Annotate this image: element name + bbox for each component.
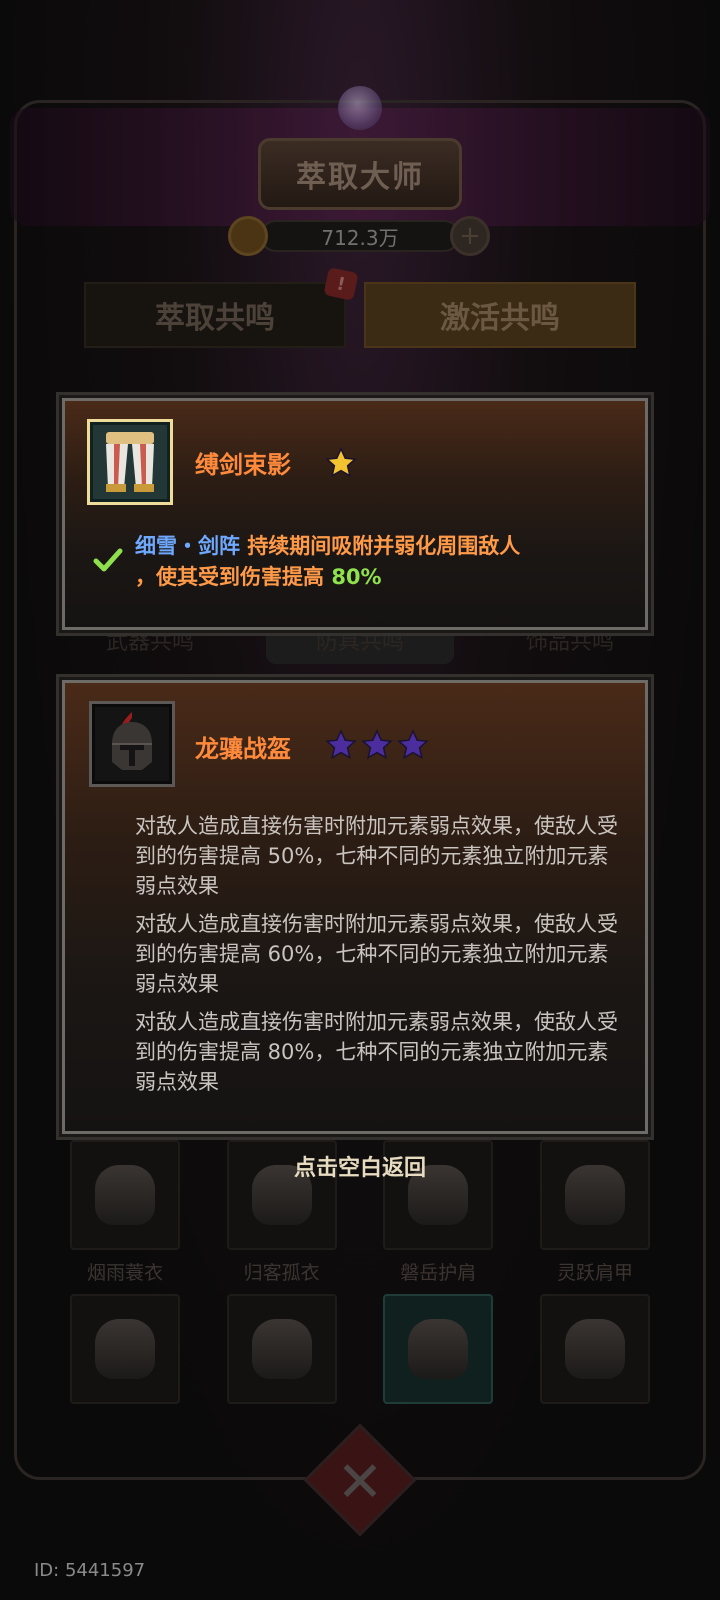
coin-icon xyxy=(228,216,268,256)
page-title: 萃取大师 xyxy=(296,160,424,195)
star-icon xyxy=(325,729,357,760)
currency-row: 712.3万 + xyxy=(228,214,490,258)
effect-description-2: ，使其受到伤害提高 xyxy=(135,565,324,589)
armor-icon xyxy=(95,1319,155,1379)
item-icon-frame xyxy=(89,701,175,787)
grid-item[interactable] xyxy=(70,1294,180,1404)
effect-description: 持续期间吸附并弱化周围敌人 xyxy=(247,534,521,558)
grid-item-name: 灵跃肩甲 xyxy=(556,1262,633,1284)
grid-item-slot[interactable] xyxy=(70,1294,180,1404)
orb-icon xyxy=(338,86,382,130)
effect-description: 对敌人造成直接伤害时附加元素弱点效果，使敌人受到的伤害提高 50%，七种不同的元… xyxy=(135,814,618,898)
set-effect-text: 细雪・剑阵 持续期间吸附并弱化周围敌人 ，使其受到伤害提高 80% xyxy=(135,531,615,593)
add-currency-button[interactable]: + xyxy=(450,216,490,256)
helmet-icon xyxy=(408,1319,469,1379)
effect-percent: 80% xyxy=(331,565,382,589)
grid-item-name: 磐岳护肩 xyxy=(400,1262,477,1284)
item-grid-row-2 xyxy=(70,1294,650,1404)
currency-amount: 712.3万 xyxy=(260,220,460,252)
page-title-plate: 萃取大师 xyxy=(258,138,462,210)
helmet-icon xyxy=(112,712,152,770)
grid-item-slot-selected[interactable] xyxy=(383,1294,494,1404)
alert-badge: ! xyxy=(323,267,359,301)
effect-description-list: 对敌人造成直接伤害时附加元素弱点效果，使敌人受到的伤害提高 50%，七种不同的元… xyxy=(135,811,623,1105)
grid-item-slot[interactable] xyxy=(226,1294,337,1404)
grid-item[interactable] xyxy=(383,1294,494,1404)
grid-item-name: 归客孤衣 xyxy=(243,1262,320,1284)
skill-name: 细雪・剑阵 xyxy=(135,534,240,558)
close-icon[interactable]: ✕ xyxy=(330,1450,390,1515)
grid-item[interactable] xyxy=(226,1294,337,1404)
tap-to-return-hint[interactable]: 点击空白返回 xyxy=(0,1150,720,1182)
pants-icon xyxy=(106,432,154,492)
item-tooltip-panel-1: 缚剑束影 细雪・剑阵 持续期间吸附并弱化周围敌人 ，使其受到伤害提高 80% xyxy=(59,395,651,633)
star-rating xyxy=(325,447,357,479)
star-icon xyxy=(397,729,429,760)
star-icon xyxy=(361,729,393,760)
item-name: 龙骧战盔 xyxy=(195,735,291,763)
tab-extract-resonance[interactable]: 萃取共鸣 xyxy=(84,282,346,348)
grid-item-name: 烟雨蓑衣 xyxy=(86,1262,163,1284)
item-name: 缚剑束影 xyxy=(195,451,291,479)
check-icon xyxy=(93,548,123,572)
effect-description: 对敌人造成直接伤害时附加元素弱点效果，使敌人受到的伤害提高 60%，七种不同的元… xyxy=(135,912,618,996)
item-tooltip-panel-2: 龙骧战盔 对敌人造成直接伤害时附加元素弱点效果，使敌人受到的伤害提高 50%，七… xyxy=(59,677,651,1137)
tab-activate-resonance[interactable]: 激活共鸣 xyxy=(364,282,636,348)
user-id-label: ID: 5441597 xyxy=(34,1560,146,1581)
star-rating xyxy=(325,729,429,761)
grid-item-slot[interactable] xyxy=(539,1294,650,1404)
item-icon-frame xyxy=(87,419,173,505)
grid-item[interactable] xyxy=(539,1294,650,1404)
effect-description: 对敌人造成直接伤害时附加元素弱点效果，使敌人受到的伤害提高 80%，七种不同的元… xyxy=(135,1010,618,1094)
star-icon xyxy=(325,447,357,478)
pants-icon xyxy=(564,1319,625,1379)
armor-icon xyxy=(251,1319,312,1379)
